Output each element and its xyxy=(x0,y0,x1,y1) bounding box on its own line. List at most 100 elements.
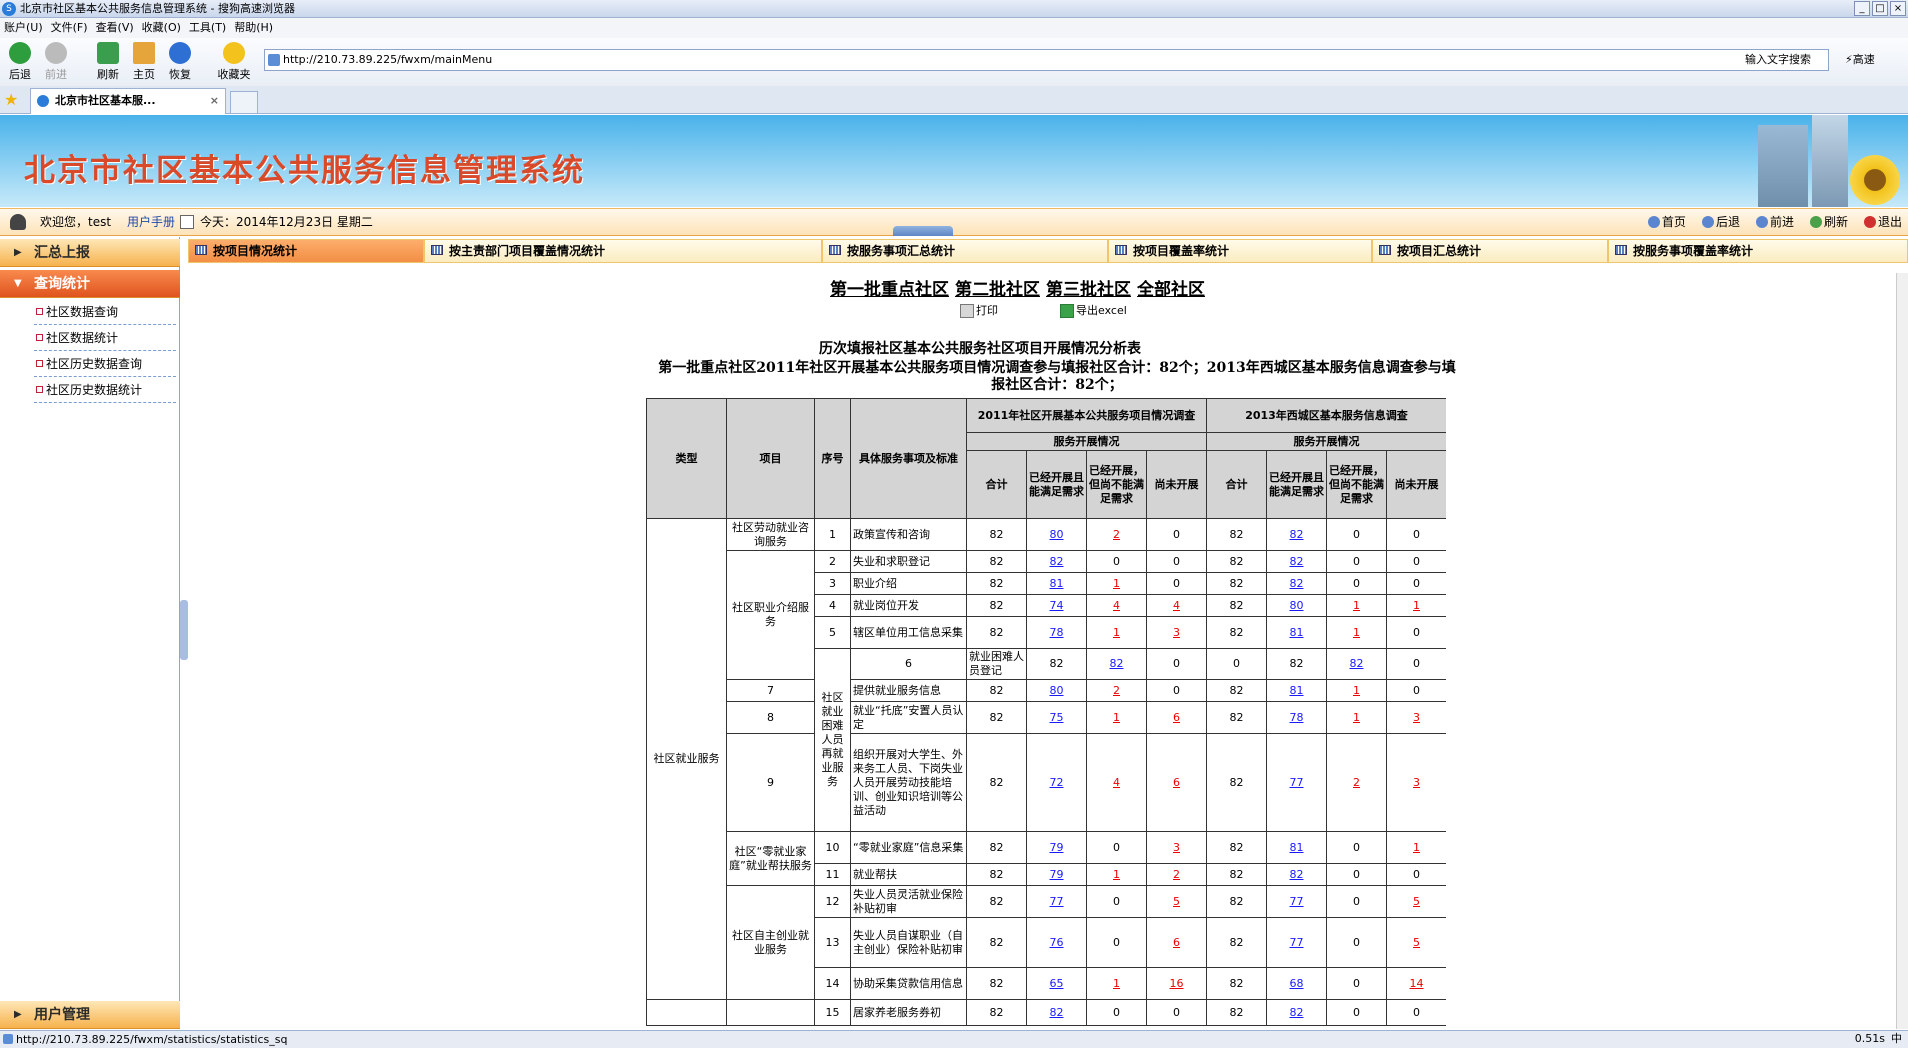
print-button[interactable]: 打印 xyxy=(960,302,998,318)
value-link[interactable]: 1 xyxy=(1086,572,1147,595)
sidebar-section-summary[interactable]: ▶ 汇总上报 xyxy=(0,239,180,267)
value-link[interactable]: 82 xyxy=(1266,550,1327,573)
value-link[interactable]: 1 xyxy=(1086,701,1147,734)
tab-service-coverage[interactable]: 按服务事项覆盖率统计 xyxy=(1608,239,1908,263)
sidebar-item-history-stats[interactable]: 社区历史数据统计 xyxy=(34,377,176,403)
ime-indicator[interactable]: 中 xyxy=(1891,1031,1902,1047)
value-link[interactable]: 81 xyxy=(1266,616,1327,649)
value-link[interactable]: 82 xyxy=(1266,863,1327,886)
collapse-header-handle[interactable] xyxy=(893,226,953,236)
value-link[interactable]: 80 xyxy=(1026,518,1087,551)
forward-button[interactable]: 前进 xyxy=(38,42,74,82)
value-link[interactable]: 72 xyxy=(1026,733,1087,832)
value-link[interactable]: 3 xyxy=(1386,733,1446,832)
value-link[interactable]: 3 xyxy=(1146,616,1207,649)
sidebar-item-community-query[interactable]: 社区数据查询 xyxy=(34,299,176,325)
value-link[interactable]: 78 xyxy=(1266,701,1327,734)
value-link[interactable]: 81 xyxy=(1026,572,1087,595)
value-link[interactable]: 82 xyxy=(1266,572,1327,595)
value-link[interactable]: 82 xyxy=(1266,518,1327,551)
value-link[interactable]: 65 xyxy=(1026,967,1087,1000)
value-link[interactable]: 79 xyxy=(1026,863,1087,886)
value-link[interactable]: 1 xyxy=(1326,594,1387,617)
favorites-star-icon[interactable]: ★ xyxy=(4,90,18,109)
value-link[interactable]: 81 xyxy=(1266,679,1327,702)
value-link[interactable]: 75 xyxy=(1026,701,1087,734)
value-link[interactable]: 4 xyxy=(1146,594,1207,617)
link-batch-1[interactable]: 第一批重点社区 xyxy=(830,280,949,300)
value-link[interactable]: 2 xyxy=(1326,733,1387,832)
value-link[interactable]: 74 xyxy=(1026,594,1087,617)
value-link[interactable]: 79 xyxy=(1026,831,1087,864)
back-button[interactable]: 后退 xyxy=(2,42,38,82)
value-link[interactable]: 6 xyxy=(1146,733,1207,832)
minimize-button[interactable]: _ xyxy=(1854,1,1870,16)
value-link[interactable]: 6 xyxy=(1146,917,1207,968)
link-all[interactable]: 全部社区 xyxy=(1137,280,1205,300)
value-link[interactable]: 5 xyxy=(1386,885,1446,918)
new-tab-button[interactable] xyxy=(230,91,258,113)
value-link[interactable]: 1 xyxy=(1086,616,1147,649)
value-link[interactable]: 5 xyxy=(1146,885,1207,918)
refresh-button[interactable]: 刷新 xyxy=(90,42,126,82)
value-link[interactable]: 82 xyxy=(1326,648,1387,680)
menu-tools[interactable]: 工具(T) xyxy=(189,18,226,38)
tab-department-coverage[interactable]: 按主责部门项目覆盖情况统计 xyxy=(424,239,822,263)
sidebar-item-community-stats[interactable]: 社区数据统计 xyxy=(34,325,176,351)
value-link[interactable]: 14 xyxy=(1386,967,1446,1000)
value-link[interactable]: 80 xyxy=(1266,594,1327,617)
value-link[interactable]: 82 xyxy=(1266,999,1327,1026)
value-link[interactable]: 3 xyxy=(1146,831,1207,864)
value-link[interactable]: 77 xyxy=(1266,885,1327,918)
tab-project-coverage[interactable]: 按项目覆盖率统计 xyxy=(1108,239,1372,263)
export-excel-button[interactable]: 导出excel xyxy=(1060,302,1127,318)
value-link[interactable]: 2 xyxy=(1146,863,1207,886)
tab-project-status[interactable]: 按项目情况统计 xyxy=(188,239,424,263)
tab-project-summary[interactable]: 按项目汇总统计 xyxy=(1372,239,1608,263)
favorites-button[interactable]: 收藏夹 xyxy=(212,42,256,82)
value-link[interactable]: 78 xyxy=(1026,616,1087,649)
value-link[interactable]: 4 xyxy=(1086,733,1147,832)
value-link[interactable]: 82 xyxy=(1026,999,1087,1026)
value-link[interactable]: 1 xyxy=(1086,863,1147,886)
nav-forward[interactable]: 前进 xyxy=(1755,208,1794,236)
menu-view[interactable]: 查看(V) xyxy=(96,18,134,38)
value-link[interactable]: 6 xyxy=(1146,701,1207,734)
value-link[interactable]: 81 xyxy=(1266,831,1327,864)
value-link[interactable]: 3 xyxy=(1386,701,1446,734)
value-link[interactable]: 82 xyxy=(1026,550,1087,573)
maximize-button[interactable]: □ xyxy=(1872,1,1888,16)
value-link[interactable]: 77 xyxy=(1026,885,1087,918)
tab-service-summary[interactable]: 按服务事项汇总统计 xyxy=(822,239,1108,263)
menu-account[interactable]: 账户(U) xyxy=(4,18,43,38)
vertical-scrollbar[interactable] xyxy=(1896,273,1908,1029)
close-window-button[interactable]: × xyxy=(1890,1,1906,16)
value-link[interactable]: 1 xyxy=(1386,831,1446,864)
value-link[interactable]: 2 xyxy=(1086,518,1147,551)
value-link[interactable]: 1 xyxy=(1326,679,1387,702)
sidebar-item-history-query[interactable]: 社区历史数据查询 xyxy=(34,351,176,377)
sidebar-section-query[interactable]: ▼ 查询统计 xyxy=(0,270,180,298)
value-link[interactable]: 1 xyxy=(1386,594,1446,617)
nav-refresh[interactable]: 刷新 xyxy=(1809,208,1848,236)
link-batch-2[interactable]: 第二批社区 xyxy=(955,280,1040,300)
menu-file[interactable]: 文件(F) xyxy=(51,18,88,38)
home-button[interactable]: 主页 xyxy=(126,42,162,82)
value-link[interactable]: 1 xyxy=(1326,701,1387,734)
value-link[interactable]: 82 xyxy=(1086,648,1147,680)
value-link[interactable]: 4 xyxy=(1086,594,1147,617)
value-link[interactable]: 1 xyxy=(1086,967,1147,1000)
fast-mode-button[interactable]: ⚡高速 xyxy=(1845,50,1875,70)
value-link[interactable]: 77 xyxy=(1266,733,1327,832)
sidebar-section-user-mgmt[interactable]: ▶ 用户管理 xyxy=(0,1001,180,1029)
value-link[interactable]: 5 xyxy=(1386,917,1446,968)
value-link[interactable]: 76 xyxy=(1026,917,1087,968)
user-manual-link[interactable]: 用户手册 xyxy=(127,209,175,236)
link-batch-3[interactable]: 第三批社区 xyxy=(1046,280,1131,300)
value-link[interactable]: 1 xyxy=(1326,616,1387,649)
menu-help[interactable]: 帮助(H) xyxy=(234,18,273,38)
close-tab-icon[interactable]: × xyxy=(210,89,219,113)
value-link[interactable]: 16 xyxy=(1146,967,1207,1000)
nav-home[interactable]: 首页 xyxy=(1647,208,1686,236)
browser-tab-active[interactable]: 北京市社区基本服... × xyxy=(30,88,226,114)
